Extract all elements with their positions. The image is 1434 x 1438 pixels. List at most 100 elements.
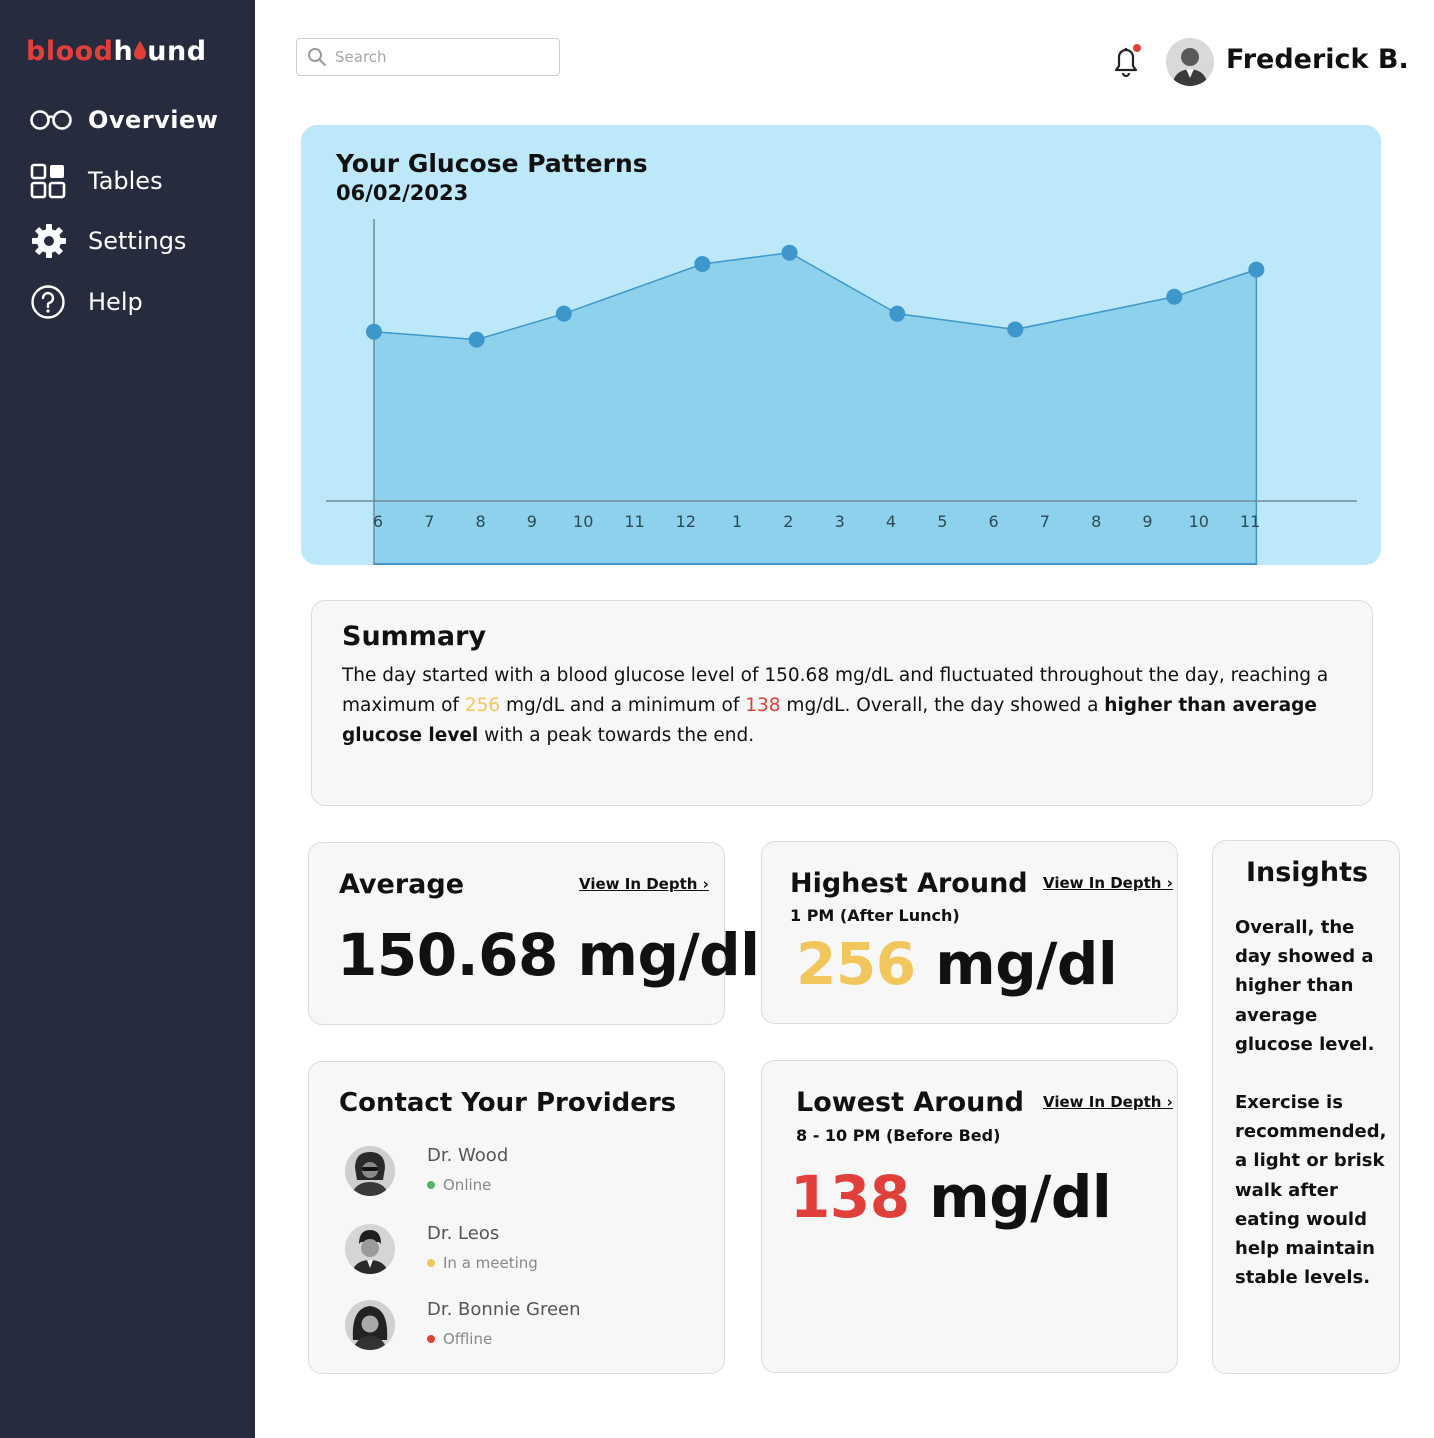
search-input[interactable]	[335, 48, 535, 66]
search-icon	[308, 48, 326, 66]
chart-point-3[interactable]	[694, 256, 711, 272]
x-tick-label: 11	[624, 512, 644, 531]
chart-point-7[interactable]	[1166, 288, 1183, 305]
sidebar-item-label: Tables	[88, 167, 163, 195]
insights-title: Insights	[1245, 857, 1369, 888]
provider-name: Dr. Leos	[427, 1223, 500, 1244]
provider-item-leos[interactable]: Dr. Leos In a meeting	[345, 1223, 705, 1284]
provider-avatar	[345, 1146, 395, 1196]
x-tick-label: 6	[989, 512, 999, 531]
sidebar-item-label: Settings	[88, 227, 187, 255]
provider-status: Online	[427, 1176, 491, 1194]
provider-item-wood[interactable]: Dr. Wood Online	[345, 1145, 705, 1206]
status-busy-dot	[427, 1259, 435, 1267]
average-value: 150.68 mg/dl	[337, 921, 760, 989]
sidebar-item-settings[interactable]: Settings	[30, 219, 186, 263]
brand-text-h: h	[113, 36, 134, 67]
highest-title: Highest Around	[790, 868, 1028, 899]
x-tick-label: 10	[1189, 512, 1209, 531]
lowest-value: 138 mg/dl	[790, 1163, 1112, 1231]
sidebar-item-tables[interactable]: Tables	[30, 159, 163, 203]
providers-title: Contact Your Providers	[339, 1088, 677, 1118]
lowest-time: 8 - 10 PM (Before Bed)	[796, 1126, 1001, 1145]
summary-text: The day started with a blood glucose lev…	[342, 661, 1342, 751]
chart-point-1[interactable]	[468, 331, 485, 348]
insights-highlight: higher than average glucose level.	[1235, 975, 1375, 1055]
insights-text: Overall, the day showed a higher than av…	[1235, 913, 1395, 1292]
grid-icon	[30, 161, 76, 201]
gear-icon	[30, 221, 76, 261]
average-view-in-depth-link[interactable]: View In Depth ›	[579, 875, 709, 893]
summary-min-value: 138	[745, 695, 781, 716]
status-offline-dot	[427, 1335, 435, 1343]
lowest-number: 138	[790, 1163, 910, 1231]
provider-name: Dr. Wood	[427, 1145, 509, 1166]
chart-point-5[interactable]	[889, 305, 906, 322]
summary-text-part: with a peak towards the end.	[478, 725, 755, 746]
highest-card: Highest Around View In Depth › 1 PM (Aft…	[761, 841, 1178, 1024]
x-tick-label: 12	[676, 512, 696, 531]
provider-status-label: Online	[443, 1176, 492, 1194]
chart-point-4[interactable]	[781, 244, 798, 261]
lowest-view-in-depth-link[interactable]: View In Depth ›	[1043, 1093, 1173, 1111]
chart-point-8[interactable]	[1248, 261, 1265, 278]
summary-card: Summary The day started with a blood glu…	[311, 600, 1373, 806]
notification-dot	[1133, 44, 1141, 52]
provider-item-bonnie-green[interactable]: Dr. Bonnie Green Offline	[345, 1299, 705, 1360]
notification-bell-icon[interactable]	[1106, 40, 1146, 80]
brand-logo[interactable]: bloodh und	[26, 36, 207, 67]
chart-area-fill	[374, 252, 1257, 565]
x-tick-label: 8	[476, 512, 486, 531]
chart-point-0[interactable]	[366, 323, 382, 340]
lowest-card: Lowest Around View In Depth › 8 - 10 PM …	[761, 1060, 1178, 1373]
sidebar-item-label: Help	[88, 288, 143, 316]
x-tick-label: 7	[1040, 512, 1050, 531]
provider-name: Dr. Bonnie Green	[427, 1299, 581, 1320]
summary-text-part: mg/dL. Overall, the day showed a	[780, 695, 1105, 716]
x-tick-label: 4	[886, 512, 896, 531]
sidebar-item-label: Overview	[88, 106, 219, 134]
x-tick-label: 3	[835, 512, 845, 531]
sidebar: bloodh und Overview Tables Settings Help	[0, 0, 255, 1438]
lowest-unit: mg/dl	[909, 1163, 1112, 1231]
highest-time: 1 PM (After Lunch)	[790, 906, 960, 925]
average-card: Average View In Depth › 150.68 mg/dl	[308, 842, 760, 1025]
highest-unit: mg/dl	[915, 930, 1118, 998]
x-tick-label: 10	[573, 512, 593, 531]
sidebar-item-help[interactable]: Help	[30, 280, 143, 324]
user-avatar[interactable]	[1166, 38, 1214, 86]
provider-avatar	[345, 1224, 395, 1274]
provider-status: Offline	[427, 1330, 492, 1348]
provider-status-label: In a meeting	[443, 1254, 538, 1272]
providers-card: Contact Your Providers Dr. Wood Online D…	[308, 1061, 725, 1374]
search-bar[interactable]	[296, 38, 560, 76]
average-title: Average	[339, 869, 465, 900]
insights-card: Insights Overall, the day showed a highe…	[1212, 840, 1400, 1374]
lowest-title: Lowest Around	[796, 1087, 1024, 1118]
x-tick-label: 9	[1142, 512, 1152, 531]
x-tick-label: 7	[424, 512, 434, 531]
brand-text-und: und	[147, 36, 207, 67]
chart-point-6[interactable]	[1007, 321, 1024, 338]
help-icon	[30, 282, 76, 322]
x-tick-label: 5	[937, 512, 947, 531]
x-tick-label: 1	[732, 512, 742, 531]
chart-point-2[interactable]	[555, 305, 572, 322]
status-online-dot	[427, 1181, 435, 1189]
glucose-chart-card: 6 7 8 9 10 11 12 1 2 3 4 5 6 7 8 9 10 11 Your Glucose Pat…	[301, 125, 1381, 565]
chart-date: 06/02/2023	[336, 181, 469, 205]
provider-status: In a meeting	[427, 1254, 538, 1272]
insights-recommendation: Exercise is recommended, a light or bris…	[1235, 1092, 1387, 1289]
x-tick-label: 2	[783, 512, 793, 531]
provider-status-label: Offline	[443, 1330, 493, 1348]
brand-text-blood: blood	[26, 36, 114, 67]
summary-title: Summary	[342, 621, 487, 652]
chart-title: Your Glucose Patterns	[336, 149, 648, 178]
highest-view-in-depth-link[interactable]: View In Depth ›	[1043, 874, 1173, 892]
summary-max-value: 256	[464, 695, 501, 716]
x-tick-label: 11	[1240, 512, 1260, 531]
blood-drop-icon	[134, 41, 147, 60]
glasses-icon	[30, 100, 76, 140]
sidebar-item-overview[interactable]: Overview	[30, 98, 218, 142]
user-name[interactable]: Frederick B.	[1226, 44, 1409, 75]
